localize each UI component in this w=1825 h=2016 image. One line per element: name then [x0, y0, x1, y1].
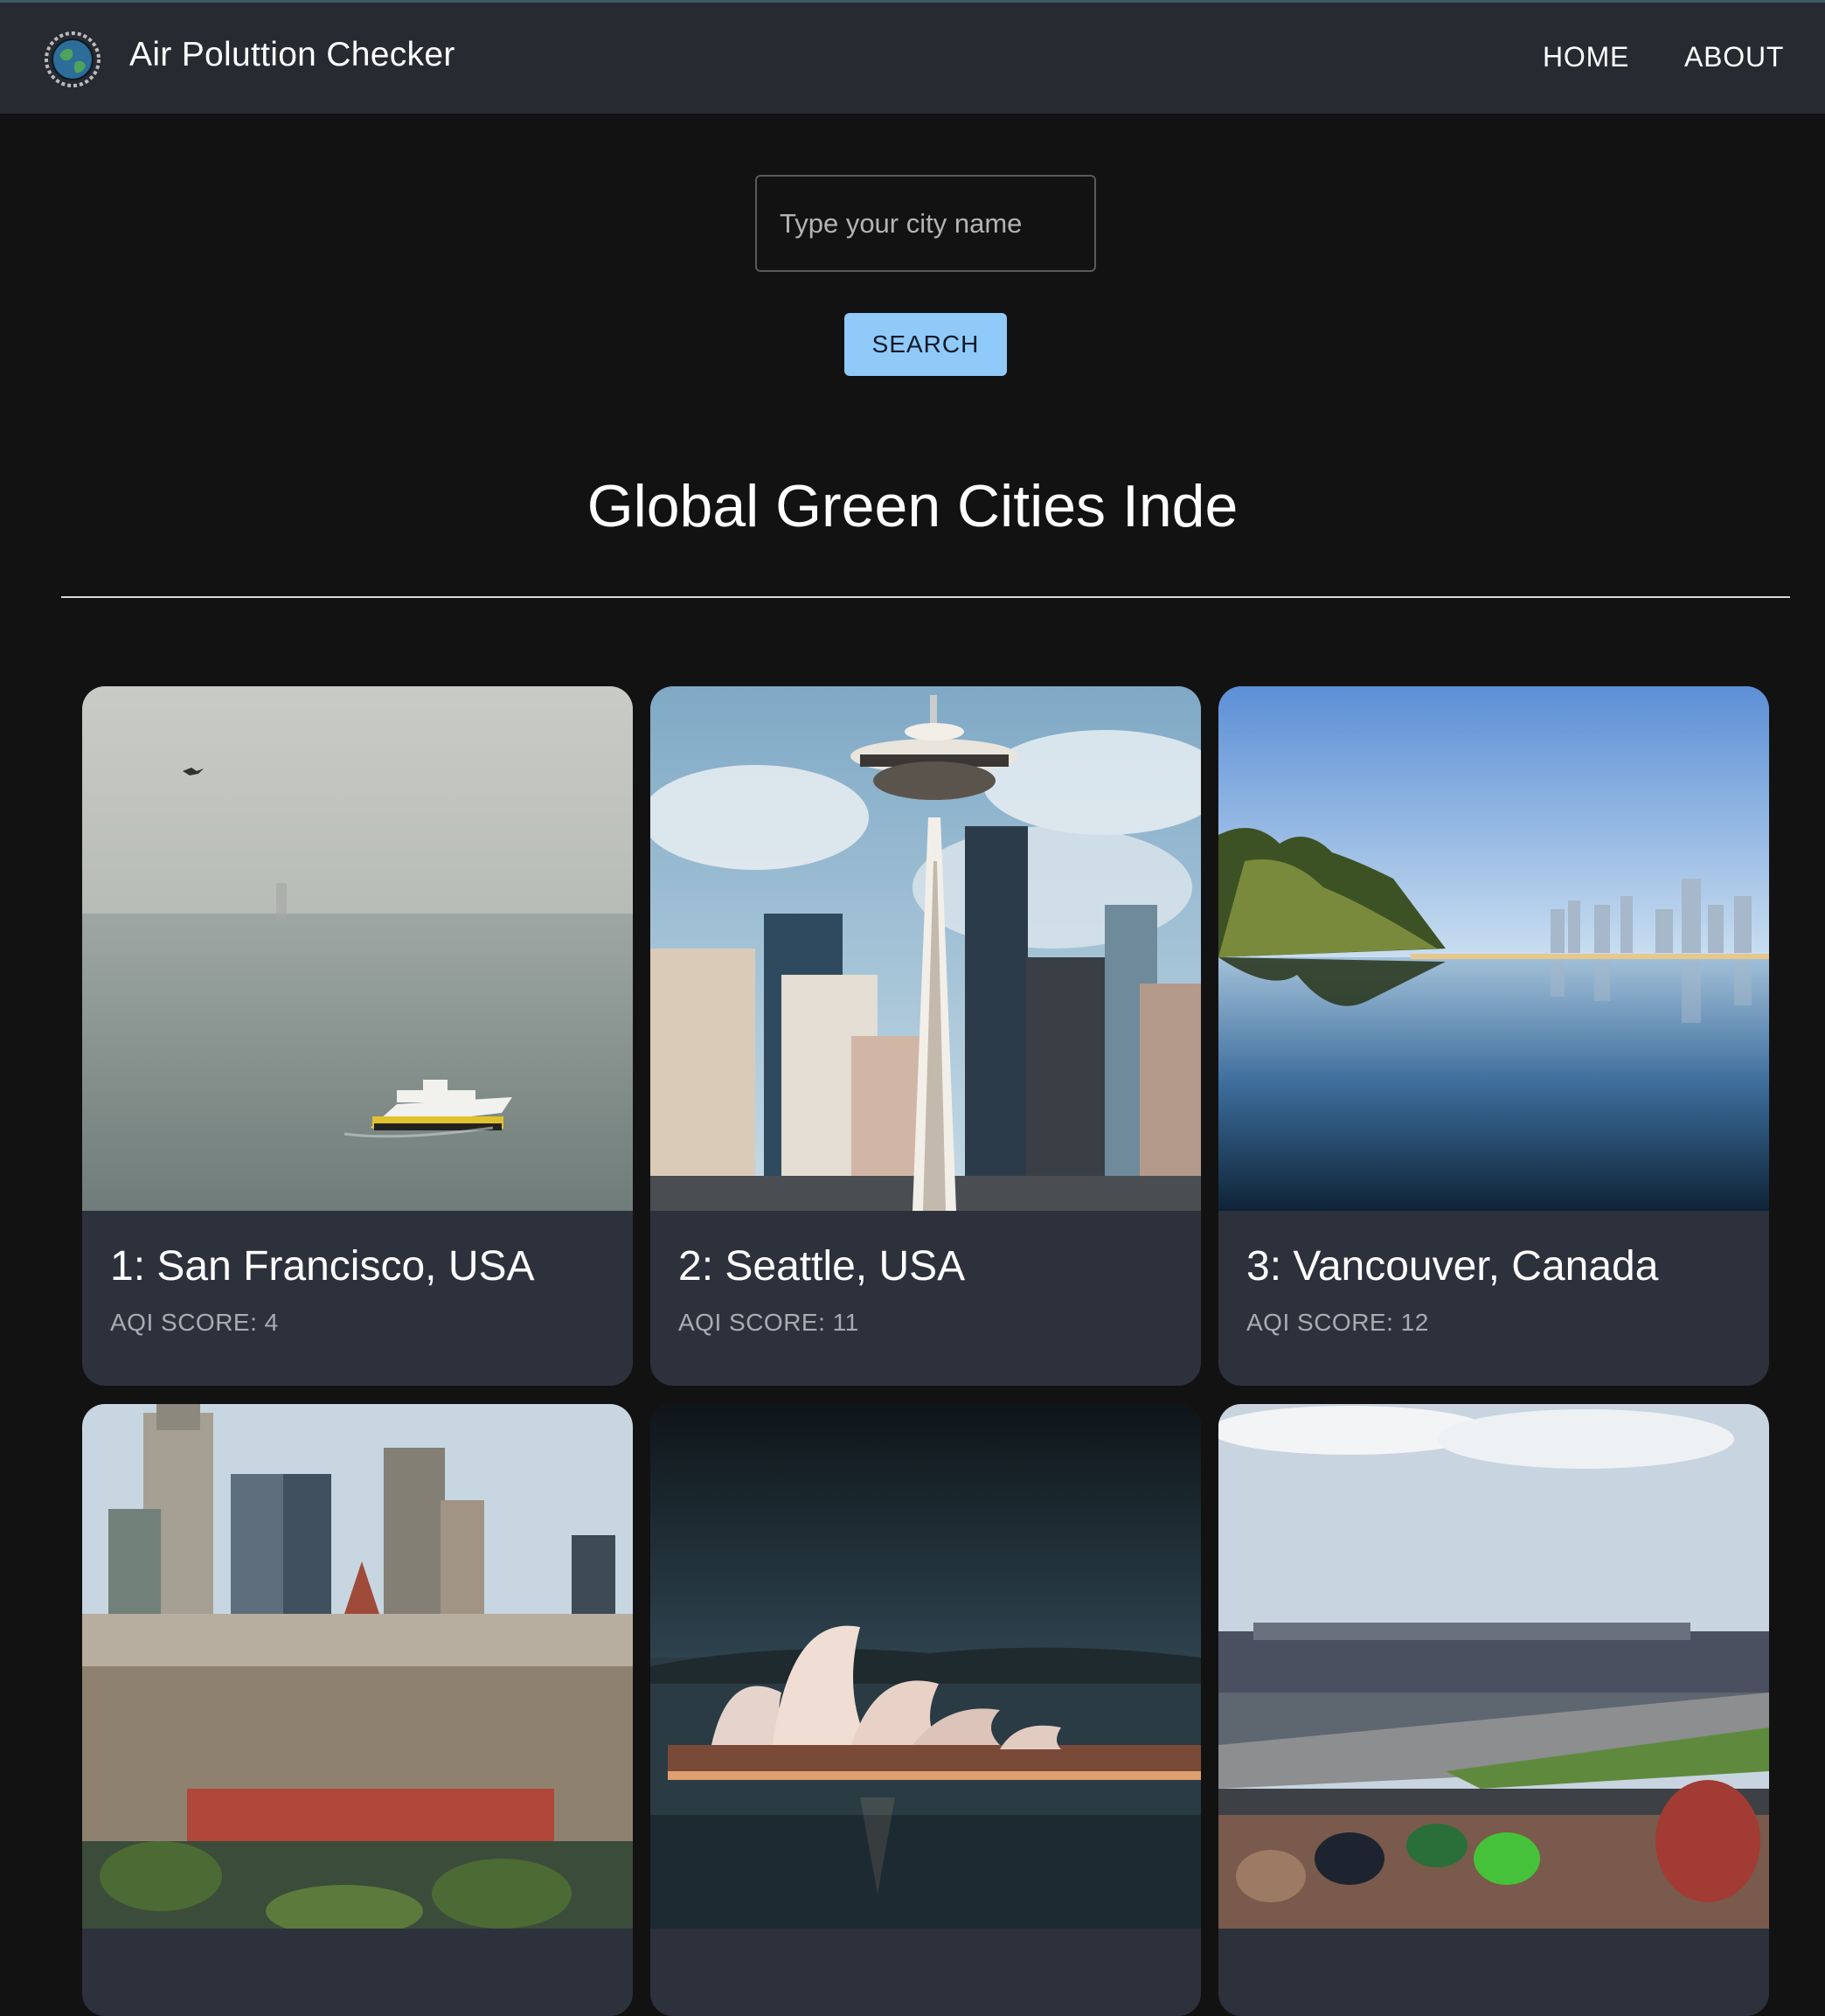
city-name: 3: Vancouver, Canada — [1246, 1243, 1659, 1290]
city-card[interactable] — [1218, 1404, 1769, 2016]
aqi-score: AQI SCORE: 11 — [678, 1309, 859, 1336]
sydney-opera-house-photo — [650, 1404, 1201, 1929]
city-card[interactable]: 1: San Francisco, USA AQI SCORE: 4 — [82, 686, 633, 1386]
aqi-score: AQI SCORE: 12 — [1246, 1309, 1429, 1336]
app-bar: Air Poluttion Checker HOME ABOUT — [0, 0, 1825, 114]
city-card[interactable] — [650, 1404, 1201, 2016]
search-button[interactable]: SEARCH — [844, 313, 1007, 376]
globe-logo-icon[interactable] — [44, 31, 101, 88]
search-field — [755, 175, 1096, 272]
city-card[interactable] — [82, 1404, 633, 2016]
card-info: 2: Seattle, USA AQI SCORE: 11 — [650, 1211, 1201, 1386]
card-info: 3: Vancouver, Canada AQI SCORE: 12 — [1218, 1211, 1769, 1386]
city-card[interactable]: 3: Vancouver, Canada AQI SCORE: 12 — [1218, 686, 1769, 1386]
city-name: 1: San Francisco, USA — [110, 1243, 535, 1290]
city-card[interactable]: 2: Seattle, USA AQI SCORE: 11 — [650, 686, 1201, 1386]
app-title: Air Poluttion Checker — [129, 36, 455, 73]
divider — [61, 596, 1790, 598]
section-title: Global Green Cities Inde — [586, 473, 1239, 539]
city-name: 2: Seattle, USA — [678, 1243, 966, 1290]
card-info: 1: San Francisco, USA AQI SCORE: 4 — [82, 1211, 633, 1386]
harbor-reflection-photo — [1218, 686, 1769, 1211]
aqi-score: AQI SCORE: 4 — [110, 1309, 279, 1336]
city-search-input[interactable] — [757, 177, 1094, 270]
melbourne-skyline-photo — [82, 1404, 633, 1929]
nav-home-button[interactable]: HOME — [1543, 41, 1629, 73]
foggy-bay-ferry-photo — [82, 686, 633, 1211]
racetrack-crowd-photo — [1218, 1404, 1769, 1929]
space-needle-skyline-photo — [650, 686, 1201, 1211]
nav-about-button[interactable]: ABOUT — [1684, 41, 1784, 73]
